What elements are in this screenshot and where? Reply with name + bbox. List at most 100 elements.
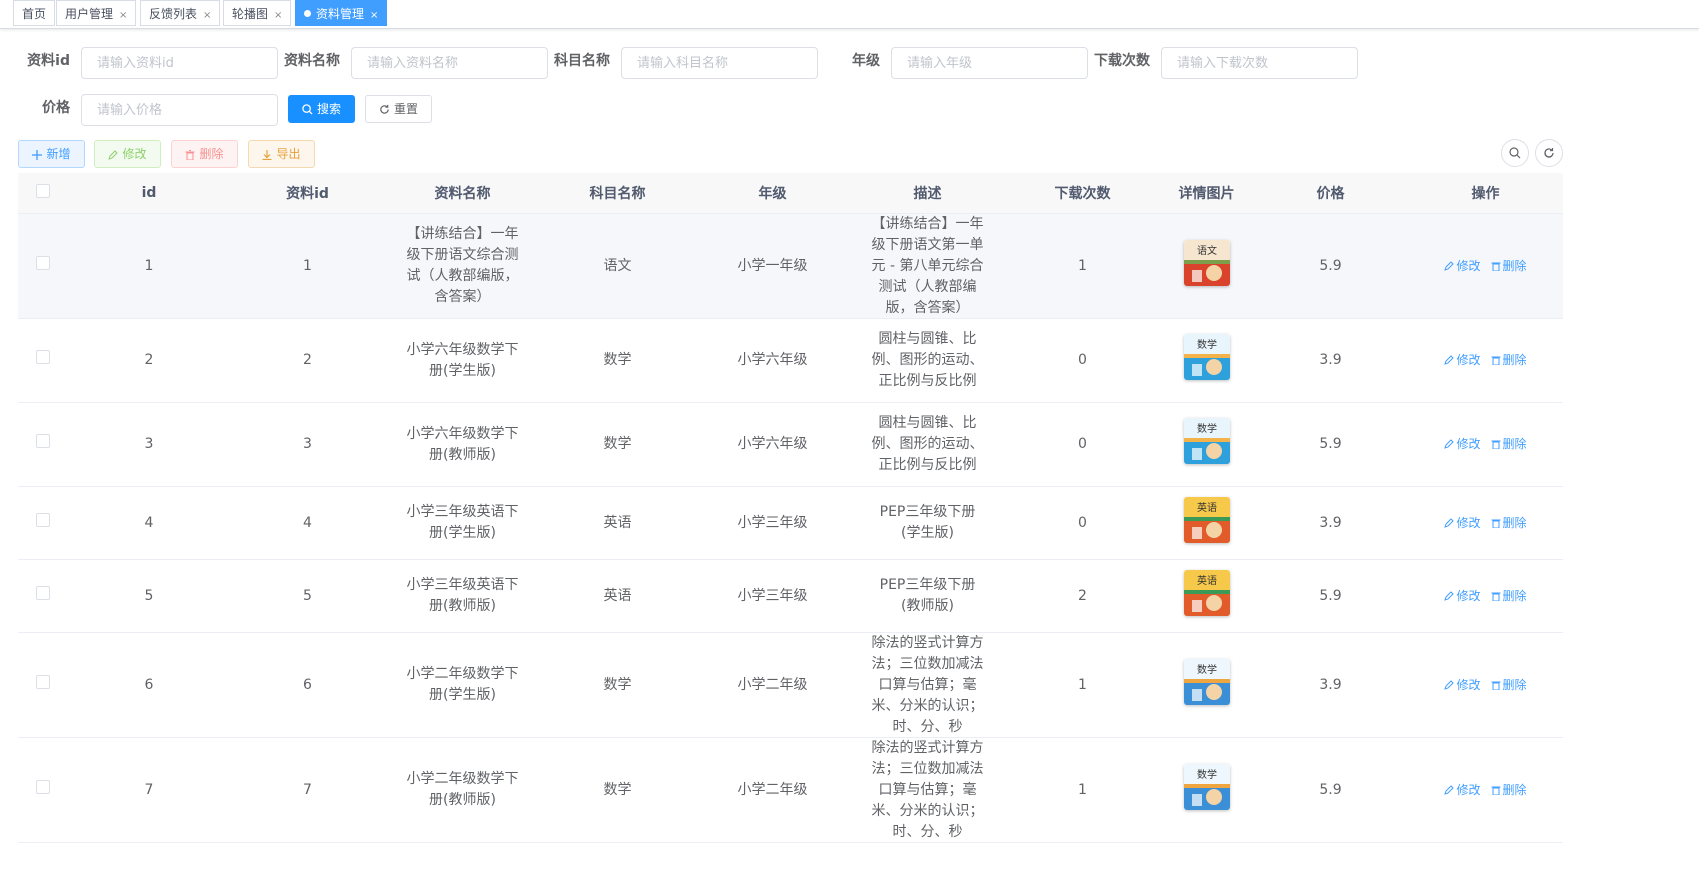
svg-text:英语: 英语 bbox=[1197, 574, 1217, 587]
refresh-button[interactable] bbox=[1535, 139, 1563, 167]
cell-subject: 数学 bbox=[603, 436, 632, 452]
close-icon[interactable]: × bbox=[274, 10, 282, 21]
row-checkbox[interactable] bbox=[36, 585, 50, 600]
row-edit-link[interactable]: 修改 bbox=[1444, 353, 1481, 367]
column-header: 科目名称 bbox=[589, 186, 646, 202]
row-select-cell bbox=[18, 674, 68, 696]
cover-thumbnail[interactable]: 英语 bbox=[1183, 496, 1230, 543]
table-row[interactable]: 1 1 【讲练结合】一年级下册语文综合测试（人教部编版，含答案） 语文 小学一年级 【讲练… bbox=[18, 214, 1563, 319]
table-row[interactable]: 6 6 小学二年级数学下册(学生版) 数学 小学二年级 除法的竖式计算方法；三位数加减法口… bbox=[18, 633, 1563, 738]
row-checkbox[interactable] bbox=[36, 512, 50, 527]
row-delete-link[interactable]: 删除 bbox=[1491, 589, 1527, 603]
material-id-input[interactable] bbox=[81, 47, 278, 79]
download-count-input[interactable] bbox=[1161, 47, 1358, 79]
row-delete-label: 删除 bbox=[1502, 782, 1527, 797]
cell-description: 除法的竖式计算方法；三位数加减法口算与估算；毫米、分米的认识；时、分、秒 bbox=[871, 739, 984, 840]
row-checkbox[interactable] bbox=[36, 350, 50, 364]
refresh-icon bbox=[380, 104, 389, 114]
cell-material-id: 1 bbox=[303, 257, 312, 274]
table-row[interactable]: 2 2 小学六年级数学下册(学生版) 数学 小学六年级 圆柱与圆锥、比例、图形的运动、正比… bbox=[18, 319, 1563, 403]
row-delete-link[interactable]: 删除 bbox=[1491, 353, 1527, 367]
tag-home[interactable]: 首页 bbox=[13, 0, 56, 26]
cell-downloads: 1 bbox=[1078, 257, 1087, 274]
search-button[interactable]: 搜索 bbox=[288, 95, 355, 123]
cell-id: 6 bbox=[144, 676, 154, 693]
tag-feedback-list[interactable]: 反馈列表 × bbox=[140, 0, 221, 26]
row-delete-label: 删除 bbox=[1502, 353, 1527, 367]
row-select-cell bbox=[18, 779, 68, 801]
material-name-input[interactable] bbox=[351, 47, 548, 79]
select-all-checkbox[interactable] bbox=[36, 184, 50, 198]
edit-icon bbox=[1444, 679, 1455, 690]
export-button[interactable]: 导出 bbox=[248, 140, 315, 168]
row-edit-link[interactable]: 修改 bbox=[1444, 678, 1481, 692]
table-row[interactable]: 3 3 小学六年级数学下册(教师版) 数学 小学六年级 圆柱与圆锥、比例、图形的运动、正比… bbox=[18, 403, 1563, 487]
tag-carousel[interactable]: 轮播图 × bbox=[223, 0, 292, 26]
cover-thumbnail[interactable]: 数学 bbox=[1183, 658, 1230, 705]
refresh-icon bbox=[1544, 148, 1554, 158]
row-delete-link[interactable]: 删除 bbox=[1491, 516, 1527, 530]
cell-id: 3 bbox=[144, 436, 154, 452]
svg-text:数学: 数学 bbox=[1197, 338, 1217, 351]
cell-subject: 数学 bbox=[603, 352, 632, 368]
cover-thumbnail[interactable]: 语文 bbox=[1183, 239, 1230, 286]
row-checkbox[interactable] bbox=[36, 779, 50, 794]
subject-name-input[interactable] bbox=[621, 47, 818, 79]
row-delete-link[interactable]: 删除 bbox=[1491, 783, 1527, 797]
tag-label: 首页 bbox=[22, 7, 47, 21]
tag-material-management[interactable]: 资料管理 × bbox=[295, 0, 388, 26]
cell-actions: 修改 删除 bbox=[1408, 434, 1563, 455]
row-edit-link[interactable]: 修改 bbox=[1444, 516, 1481, 530]
cover-thumbnail[interactable]: 数学 bbox=[1183, 763, 1230, 810]
cover-thumbnail[interactable]: 英语 bbox=[1183, 569, 1230, 616]
cell-detail-image: 数学 bbox=[1160, 763, 1253, 817]
row-edit-link[interactable]: 修改 bbox=[1444, 783, 1481, 797]
row-select-cell bbox=[18, 434, 68, 455]
reset-button[interactable]: 重置 bbox=[365, 95, 432, 123]
cell-material-id: 5 bbox=[303, 587, 312, 604]
table-row[interactable]: 7 7 小学二年级数学下册(教师版) 数学 小学二年级 除法的竖式计算方法；三位数加减法口… bbox=[18, 738, 1563, 843]
grade-input[interactable] bbox=[891, 47, 1088, 79]
table-row[interactable]: 5 5 小学三年级英语下册(教师版) 英语 小学三年级 PEP三年级下册 (教师版) 2 英语… bbox=[18, 560, 1563, 633]
cover-thumbnail[interactable]: 数学 bbox=[1183, 334, 1230, 380]
tag-label: 用户管理 bbox=[65, 7, 114, 21]
delete-button[interactable]: 删除 bbox=[171, 140, 238, 168]
cell-material-id: 7 bbox=[303, 781, 312, 798]
cell-actions: 修改 删除 bbox=[1408, 780, 1563, 801]
edit-icon bbox=[1444, 784, 1455, 795]
close-icon[interactable]: × bbox=[119, 10, 127, 21]
tag-user-management[interactable]: 用户管理 × bbox=[56, 0, 137, 26]
row-delete-link[interactable]: 删除 bbox=[1491, 259, 1527, 273]
close-icon[interactable]: × bbox=[203, 10, 211, 21]
price-input[interactable] bbox=[81, 94, 278, 126]
row-edit-link[interactable]: 修改 bbox=[1444, 437, 1481, 451]
row-edit-link[interactable]: 修改 bbox=[1444, 259, 1481, 273]
edit-button-label: 修改 bbox=[122, 147, 147, 161]
cell-subject: 数学 bbox=[603, 676, 632, 693]
cell-material-name: 小学六年级数学下册(学生版) bbox=[406, 341, 519, 379]
edit-icon bbox=[1444, 260, 1455, 271]
cell-id: 1 bbox=[144, 257, 154, 274]
row-delete-link[interactable]: 删除 bbox=[1491, 678, 1527, 692]
close-icon[interactable]: × bbox=[370, 10, 378, 21]
row-checkbox[interactable] bbox=[36, 674, 50, 689]
cover-thumbnail[interactable]: 数学 bbox=[1183, 418, 1230, 464]
trash-icon bbox=[1491, 440, 1500, 450]
row-edit-label: 修改 bbox=[1456, 353, 1481, 367]
row-delete-link[interactable]: 删除 bbox=[1491, 437, 1527, 451]
add-button-label: 新增 bbox=[46, 147, 71, 161]
cell-price: 5.9 bbox=[1319, 587, 1342, 604]
row-delete-label: 删除 bbox=[1502, 437, 1527, 451]
row-checkbox[interactable] bbox=[36, 255, 50, 270]
edit-button[interactable]: 修改 bbox=[94, 140, 161, 168]
label-grade: 年级 bbox=[852, 53, 880, 69]
row-checkbox[interactable] bbox=[36, 434, 50, 448]
add-button[interactable]: 新增 bbox=[18, 140, 85, 168]
table-row[interactable]: 4 4 小学三年级英语下册(学生版) 英语 小学三年级 PEP三年级下册 (学生版) 0 英语… bbox=[18, 487, 1563, 560]
row-edit-link[interactable]: 修改 bbox=[1444, 589, 1481, 603]
download-icon bbox=[262, 150, 272, 161]
cell-downloads: 2 bbox=[1078, 587, 1087, 604]
toggle-search-button[interactable] bbox=[1501, 139, 1529, 167]
cell-price: 5.9 bbox=[1319, 781, 1342, 798]
cell-price: 3.9 bbox=[1319, 352, 1342, 368]
